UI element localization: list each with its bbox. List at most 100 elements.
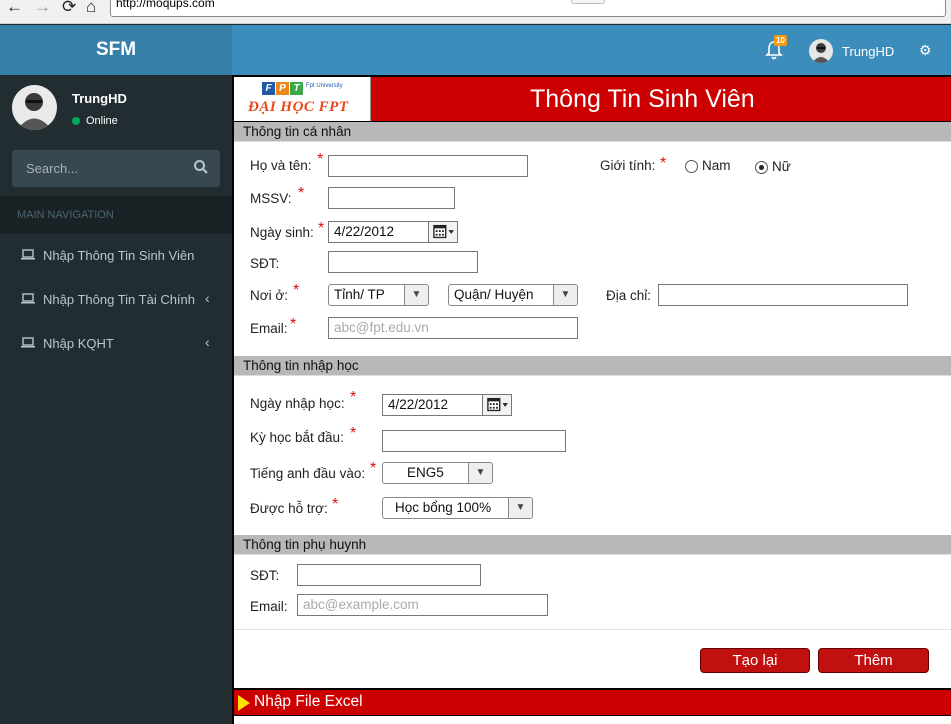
fpt-logo-subtitle: Fpt University	[306, 83, 343, 89]
english-level-selected: ENG5	[407, 465, 444, 480]
top-navbar: 10 TrungHD ⚙	[232, 25, 951, 75]
gender-radio-male[interactable]	[685, 160, 698, 173]
mssv-field[interactable]	[328, 187, 455, 209]
fpt-logo-text: ĐẠI HỌC FPT	[248, 99, 349, 115]
address-field[interactable]	[658, 284, 908, 306]
dropdown-arrow-icon[interactable]: ▼	[468, 463, 492, 483]
browser-toolbar: ← → ⟳ ⌂ http://moqups.com ···	[0, 0, 951, 24]
sidebar-user-name: TrungHD	[72, 91, 127, 106]
laptop-icon	[21, 337, 35, 348]
required-mark: *	[317, 151, 324, 168]
import-excel-bar[interactable]: Nhập File Excel	[234, 688, 951, 716]
sidebar-avatar	[12, 85, 57, 130]
parent-email-label: Email:	[250, 599, 288, 614]
notification-badge: 10	[774, 35, 787, 46]
sidebar-item-finance-info[interactable]: Nhập Thông Tin Tài Chính ‹	[0, 280, 232, 320]
top-user-name[interactable]: TrungHD	[842, 44, 894, 59]
status-badge: Online	[72, 115, 118, 127]
divider	[234, 629, 951, 630]
required-mark: *	[293, 282, 300, 299]
main-navigation-header: MAIN NAVIGATION	[0, 196, 232, 234]
dropdown-arrow-icon[interactable]: ▼	[508, 498, 532, 518]
gender-option-female[interactable]: Nữ	[772, 159, 791, 174]
back-arrow-icon[interactable]: ←	[6, 0, 23, 18]
required-mark: *	[318, 220, 325, 237]
dob-datepicker[interactable]: 4/22/2012	[328, 221, 458, 243]
required-mark: *	[332, 496, 339, 513]
sidebar-item-label: Nhập KQHT	[43, 336, 114, 351]
gender-radio-female[interactable]	[755, 161, 768, 174]
enroll-date-calendar-button[interactable]	[482, 395, 511, 415]
add-button[interactable]: Thêm	[818, 648, 929, 673]
dropdown-arrow-icon[interactable]: ▼	[404, 285, 428, 305]
home-icon[interactable]: ⌂	[86, 0, 96, 18]
sidebar-item-label: Nhập Thông Tin Tài Chính	[43, 292, 196, 307]
sidebar-item-student-info[interactable]: Nhập Thông Tin Sinh Viên	[0, 236, 232, 276]
dropdown-arrow-icon[interactable]: ▼	[553, 285, 577, 305]
fpt-logo: F P T Fpt University ĐẠI HỌC FPT	[234, 77, 371, 121]
page-title: Thông Tin Sinh Viên	[530, 85, 755, 113]
support-label: Được hỗ trợ:	[250, 501, 328, 516]
forward-arrow-icon[interactable]: →	[34, 0, 51, 18]
parent-phone-field[interactable]	[297, 564, 481, 586]
reset-button[interactable]: Tạo lại	[700, 648, 810, 673]
gears-icon[interactable]: ⚙	[919, 42, 932, 59]
sidebar: TrungHD Online Search... MAIN NAVIGATION…	[0, 75, 232, 724]
english-level-select[interactable]: ENG5 ▼	[382, 462, 493, 484]
province-select[interactable]: Tỉnh/ TP ▼	[328, 284, 429, 306]
search-placeholder: Search...	[26, 161, 79, 176]
start-term-field[interactable]	[382, 430, 566, 452]
laptop-icon	[21, 249, 35, 260]
expand-triangle-icon[interactable]	[238, 695, 250, 711]
address-bar[interactable]: http://moqups.com ···	[110, 0, 946, 17]
section-enrollment-info: Thông tin nhập học	[234, 356, 951, 376]
sidebar-item-kqht[interactable]: Nhập KQHT ‹	[0, 324, 232, 364]
dob-calendar-button[interactable]	[428, 222, 457, 242]
enroll-date-value: 4/22/2012	[388, 397, 449, 412]
avatar[interactable]	[809, 39, 833, 63]
province-selected: Tỉnh/ TP	[334, 287, 385, 302]
chevron-left-icon[interactable]: ‹	[205, 290, 210, 306]
app-logo[interactable]: SFM	[0, 25, 232, 75]
required-mark: *	[290, 316, 297, 333]
import-excel-label: Nhập File Excel	[254, 693, 363, 710]
support-select[interactable]: Học bổng 100% ▼	[382, 497, 533, 519]
dob-value: 4/22/2012	[334, 224, 395, 239]
search-input[interactable]: Search...	[12, 150, 220, 187]
dob-label: Ngày sinh:	[250, 225, 314, 240]
start-term-label: Kỳ học bắt đầu:	[250, 430, 344, 445]
support-selected: Học bổng 100%	[395, 500, 492, 515]
fpt-logo-mark: F P T	[262, 82, 303, 95]
phone-field[interactable]	[328, 251, 478, 273]
laptop-icon	[21, 293, 35, 304]
gender-option-male[interactable]: Nam	[702, 158, 731, 173]
chevron-left-icon[interactable]: ‹	[205, 334, 210, 350]
required-mark: *	[350, 389, 357, 406]
email-label: Email:	[250, 321, 288, 336]
gender-label: Giới tính:	[600, 158, 656, 173]
fullname-label: Họ và tên:	[250, 158, 312, 173]
online-dot-icon	[72, 117, 80, 126]
page-banner: F P T Fpt University ĐẠI HỌC FPT Thông T…	[234, 75, 951, 122]
residence-label: Nơi ở:	[250, 288, 288, 303]
district-selected: Quận/ Huyện	[454, 287, 534, 302]
district-select[interactable]: Quận/ Huyện ▼	[448, 284, 578, 306]
phone-label: SĐT:	[250, 256, 280, 271]
address-bar-button[interactable]: ···	[571, 0, 605, 4]
search-icon[interactable]	[193, 159, 209, 175]
parent-email-field[interactable]: abc@example.com	[297, 594, 548, 616]
sidebar-item-label: Nhập Thông Tin Sinh Viên	[43, 248, 195, 263]
address-url: http://moqups.com	[116, 0, 215, 10]
reload-icon[interactable]: ⟳	[62, 0, 76, 18]
email-field[interactable]: abc@fpt.edu.vn	[328, 317, 578, 339]
fullname-field[interactable]	[328, 155, 528, 177]
required-mark: *	[298, 185, 305, 202]
enroll-date-datepicker[interactable]: 4/22/2012	[382, 394, 512, 416]
english-level-label: Tiếng anh đầu vào:	[250, 466, 366, 481]
enroll-date-label: Ngày nhập học:	[250, 396, 345, 411]
required-mark: *	[660, 155, 667, 172]
required-mark: *	[370, 460, 377, 477]
address-label: Địa chỉ:	[606, 288, 652, 303]
section-parent-info: Thông tin phụ huynh	[234, 535, 951, 555]
calendar-icon	[487, 397, 508, 412]
